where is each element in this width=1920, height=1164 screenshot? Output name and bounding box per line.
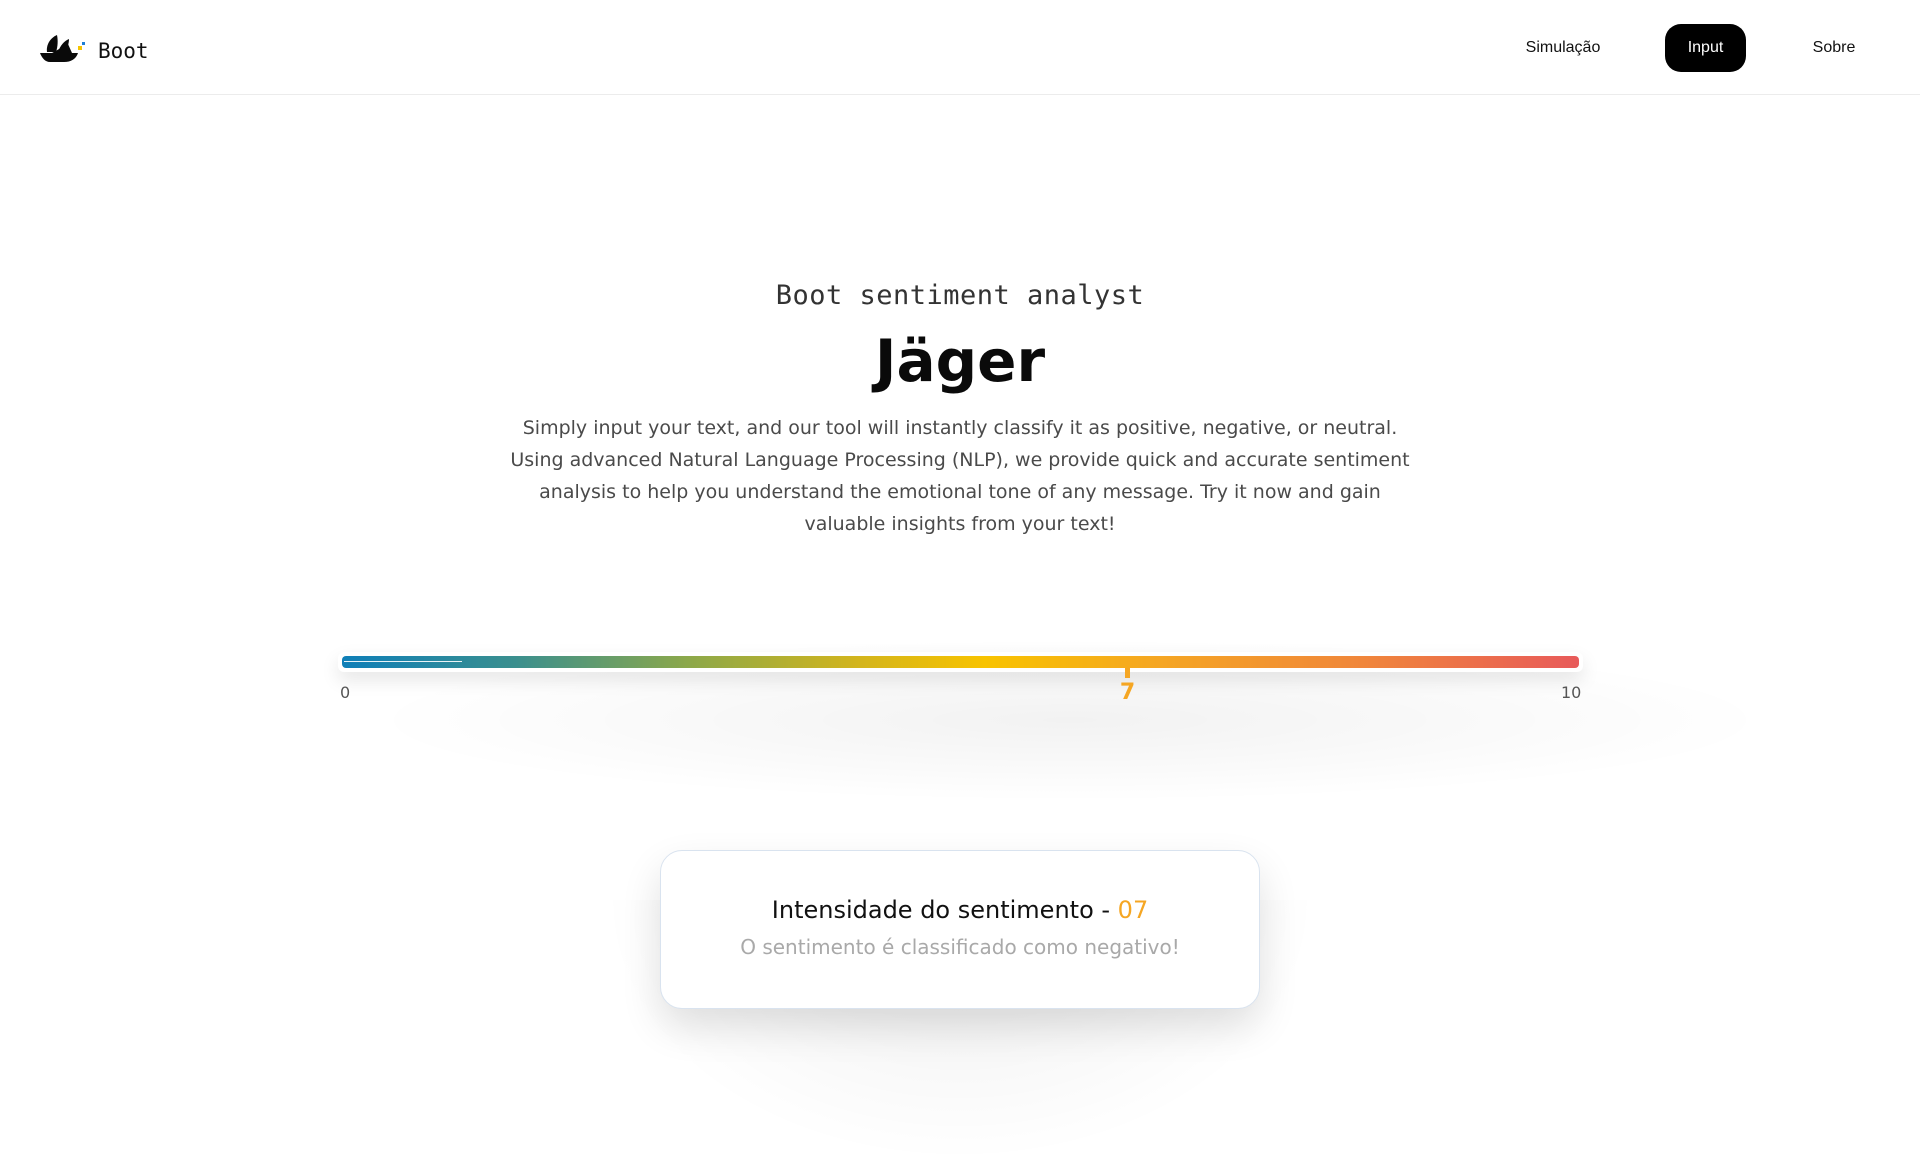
result-card: Intensidade do sentimento - 07 O sentime… <box>660 850 1260 1009</box>
gauge-highlight-line <box>344 661 462 662</box>
boat-logo-icon <box>40 35 85 62</box>
hero-subtitle: Boot sentiment analyst <box>775 280 1145 311</box>
brand[interactable]: Boot <box>38 32 149 64</box>
gauge-max-label: 10 <box>1561 683 1582 702</box>
intensity-label: Intensidade do sentimento - <box>771 896 1118 924</box>
gauge-min-label: 0 <box>340 683 351 702</box>
brand-name: Boot <box>98 39 149 63</box>
hero-title: Jäger <box>874 327 1046 395</box>
hero-description: Simply input your text, and our tool wil… <box>510 417 1410 535</box>
intensity-score: 07 <box>1117 896 1149 924</box>
classification-text: O sentimento é classificado como negativ… <box>740 935 1180 959</box>
nav-simulacao[interactable]: Simulação <box>1503 24 1623 72</box>
gauge-value-label: 7 <box>1119 680 1136 705</box>
gauge-gradient-bar <box>342 656 1579 668</box>
nav-input[interactable]: Input <box>1665 24 1746 72</box>
nav-sobre[interactable]: Sobre <box>1794 24 1874 72</box>
intensity-title: Intensidade do sentimento - 07 <box>661 893 1259 927</box>
top-navbar: Boot Simulação Input Sobre <box>0 0 1920 95</box>
sentiment-gauge <box>338 652 1583 672</box>
hero-section: Boot sentiment analyst Jäger Simply inpu… <box>0 270 1920 540</box>
gauge-marker <box>1124 668 1130 678</box>
